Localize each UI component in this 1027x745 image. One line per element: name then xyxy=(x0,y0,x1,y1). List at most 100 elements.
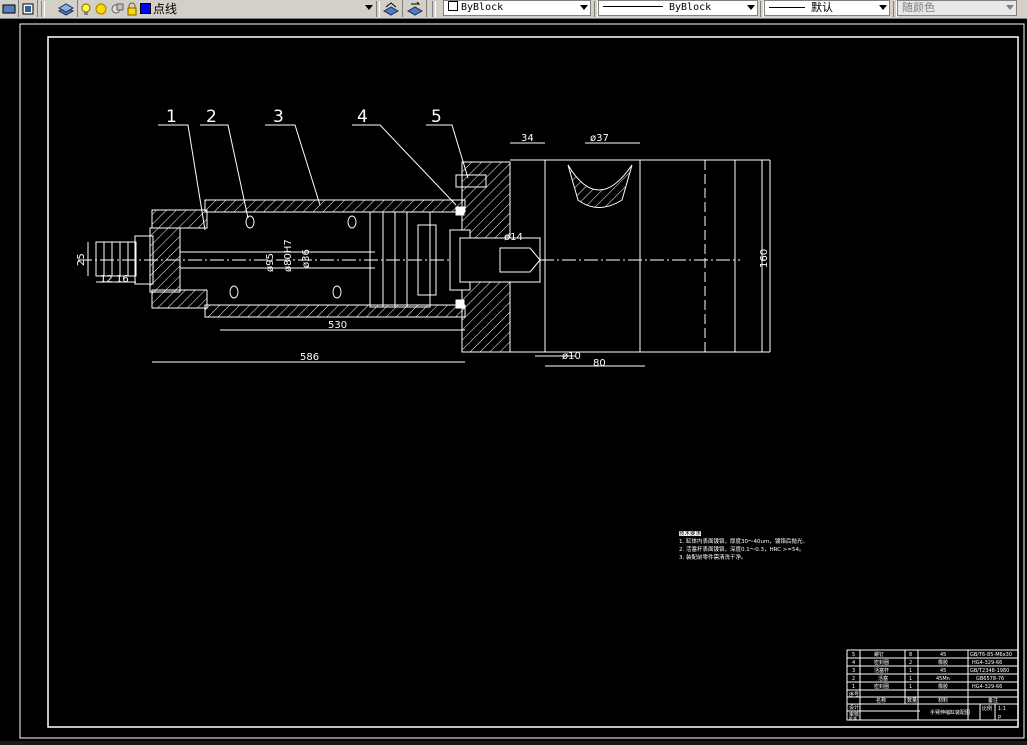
drawing-title: 手臂伸缩缸装配图 xyxy=(930,709,970,716)
dim-16: 16 xyxy=(116,274,129,285)
color-control[interactable]: ByBlock xyxy=(443,0,591,16)
sheet-code: p xyxy=(998,714,1001,720)
bom-header-name: 名称 xyxy=(876,697,886,704)
bom-std-5: GB/T6-85-M6x30 xyxy=(970,652,1012,658)
plotstyle-dropdown-arrow xyxy=(1006,5,1014,10)
sun-icon[interactable] xyxy=(94,2,108,16)
lineweight-preview xyxy=(769,7,805,8)
plotstyle-value: 随颜色 xyxy=(902,1,935,14)
bom-qty-3: 1 xyxy=(909,668,912,674)
drawing-canvas[interactable]: 1 2 3 4 5 34 ø37 ø14 160 25 12 16 ø95 ø8… xyxy=(0,19,1027,741)
end-cap-hatch xyxy=(149,227,181,293)
layer-previous-icon[interactable] xyxy=(404,0,427,17)
sheet-outer-border xyxy=(19,23,1025,739)
bom-mat-3: 45 xyxy=(940,668,946,674)
bom-name-5: 螺钉 xyxy=(874,651,884,658)
bom-mat-5: 45 xyxy=(940,652,946,658)
dim-d14: ø14 xyxy=(504,232,523,243)
make-layer-current-icon[interactable] xyxy=(19,0,38,17)
bom-std-3: GB/T2348-1980 xyxy=(970,668,1009,674)
lineweight-control[interactable]: 默认 xyxy=(764,0,890,16)
balloon-3: 3 xyxy=(273,107,284,127)
dim-586: 586 xyxy=(300,352,319,363)
rod-clevis xyxy=(95,241,137,277)
layer-color-swatch xyxy=(140,3,151,14)
color-value: ByBlock xyxy=(461,2,504,13)
bom-qty-4: 2 xyxy=(909,660,912,666)
make-object-layer-current-icon[interactable] xyxy=(380,0,403,17)
leader-3 xyxy=(265,124,321,206)
approve-label: 批准 xyxy=(849,715,857,721)
bom-std-4: HG4-329-66 xyxy=(972,660,1002,666)
port-2 xyxy=(347,215,357,229)
port-1 xyxy=(245,215,255,229)
bom-std-2: GB6578-76 xyxy=(976,676,1004,682)
linetype-control[interactable]: ByBlock xyxy=(598,0,758,16)
bore-section xyxy=(567,164,633,208)
lineweight-value: 默认 xyxy=(811,1,833,14)
plotstyle-control: 随颜色 xyxy=(897,0,1017,16)
balloon-1: 1 xyxy=(166,107,177,127)
notes-line-2: 2. 活塞杆表面镀铬，深度0.1～0.3，HRC >=54。 xyxy=(679,545,804,553)
dim-12: 12 xyxy=(100,274,113,285)
layer-dropdown-arrow[interactable] xyxy=(365,5,373,10)
dim-d37: ø37 xyxy=(590,133,609,144)
bom-name-3: 活塞杆 xyxy=(874,667,889,674)
bulb-icon[interactable] xyxy=(80,2,92,16)
notes-line-1: 1. 缸体内表面镀铬，厚度30～40um，镀铬后抛光。 xyxy=(679,537,808,545)
color-dropdown-arrow[interactable] xyxy=(580,5,588,10)
layer-manager-icon[interactable] xyxy=(0,0,19,17)
gland-lower xyxy=(151,289,208,309)
bom-mat-2: 45Mn xyxy=(936,676,950,682)
notes-title: 技术要求 xyxy=(679,529,702,537)
linetype-dropdown-arrow[interactable] xyxy=(747,5,755,10)
bom-no-3: 3 xyxy=(852,668,855,674)
bom-header-std: 备注 xyxy=(988,697,998,704)
leader-4 xyxy=(352,124,457,206)
linetype-value: ByBlock xyxy=(669,2,712,13)
linetype-preview xyxy=(603,6,663,7)
scale-value: 1:1 xyxy=(998,706,1006,712)
notes-line-3: 3. 装配前零件需清洗干净。 xyxy=(679,553,747,561)
bom-no-5: 5 xyxy=(852,652,855,658)
balloon-5: 5 xyxy=(431,107,442,127)
color-swatch xyxy=(448,1,458,11)
bom-name-4: 密封圈 xyxy=(874,659,889,666)
viewport-freeze-icon[interactable] xyxy=(110,2,124,16)
bom-qty-2: 1 xyxy=(909,676,912,682)
bom-header-qty: 数量 xyxy=(907,697,917,704)
design-label: 设计 xyxy=(849,704,859,711)
dim-530: 530 xyxy=(328,320,347,331)
bom-qty-1: 1 xyxy=(909,684,912,690)
technical-notes: 技术要求 1. 缸体内表面镀铬，厚度30～40um，镀铬后抛光。 2. 活塞杆表… xyxy=(679,529,808,561)
lock-icon[interactable] xyxy=(126,2,138,16)
bom-no-4: 4 xyxy=(852,660,855,666)
port-4 xyxy=(332,285,342,299)
bom-name-1: 密封圈 xyxy=(874,683,889,690)
dim-34: 34 xyxy=(521,133,534,144)
gland-upper xyxy=(151,209,208,229)
layer-properties-icon[interactable] xyxy=(55,0,78,17)
port-3 xyxy=(229,285,239,299)
properties-toolbar: 点线 ByBlock ByBlock 默认 随颜色 xyxy=(0,0,1027,19)
scale-label: 比例 xyxy=(982,705,992,712)
cylinder-assembly xyxy=(78,124,771,367)
dim-d95: ø95 xyxy=(265,253,276,272)
bom-name-2: 活塞 xyxy=(878,675,888,682)
bom-qty-5: 8 xyxy=(909,652,912,658)
current-layer-name: 点线 xyxy=(153,2,178,16)
dim-80: 80 xyxy=(593,358,606,369)
bom-std-1: HG4-329-66 xyxy=(972,684,1002,690)
bom-mat-4: 橡胶 xyxy=(938,659,948,666)
cylinder-wall-upper xyxy=(204,199,466,213)
bom-no-2: 2 xyxy=(852,676,855,682)
dim-d10: ø10 xyxy=(562,351,581,362)
layer-state-icons[interactable]: 点线 xyxy=(80,1,240,16)
dim-d80h7: ø80H7 xyxy=(283,239,294,272)
bom-mat-1: 橡胶 xyxy=(938,683,948,690)
bom-header-mat: 材料 xyxy=(938,697,948,704)
dim-160: 160 xyxy=(759,249,770,268)
dim-d36: ø36 xyxy=(301,249,312,268)
lineweight-dropdown-arrow[interactable] xyxy=(879,5,887,10)
dim-25: 25 xyxy=(76,253,87,266)
